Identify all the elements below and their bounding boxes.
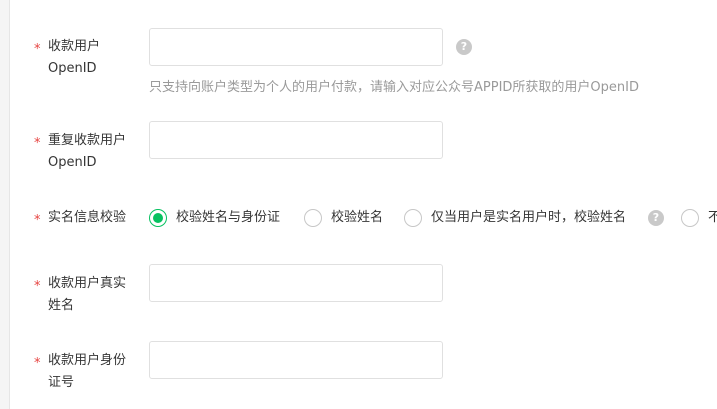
radio-unchecked-icon: [404, 209, 422, 227]
radio-checked-icon: [149, 209, 167, 227]
openid-input[interactable]: [149, 28, 443, 66]
id-number-input[interactable]: [149, 341, 443, 379]
field-label-realname-check: * 实名信息校验: [34, 207, 136, 229]
openid-hint: 只支持向账户类型为个人的用户付款，请输入对应公众号APPID所获取的用户Open…: [149, 80, 639, 95]
required-mark: *: [34, 42, 41, 57]
required-mark: *: [34, 136, 41, 151]
left-panel-edge: [0, 0, 10, 409]
radio-unchecked-icon: [304, 209, 322, 227]
real-name-input[interactable]: [149, 264, 443, 302]
radio-unchecked-icon: [681, 209, 699, 227]
repeat-openid-input[interactable]: [149, 121, 443, 159]
required-mark: *: [34, 213, 41, 228]
field-label-openid: * 收款用户 OpenID: [34, 39, 101, 76]
field-label-real-name: * 收款用户真实 姓名: [34, 276, 127, 313]
required-mark: *: [34, 356, 41, 371]
field-label-id-number: * 收款用户身份 证号: [34, 353, 127, 390]
required-mark: *: [34, 279, 41, 294]
question-icon[interactable]: ?: [648, 210, 664, 226]
field-label-repeat-openid: * 重复收款用户 OpenID: [34, 133, 127, 170]
question-icon[interactable]: ?: [456, 39, 472, 55]
